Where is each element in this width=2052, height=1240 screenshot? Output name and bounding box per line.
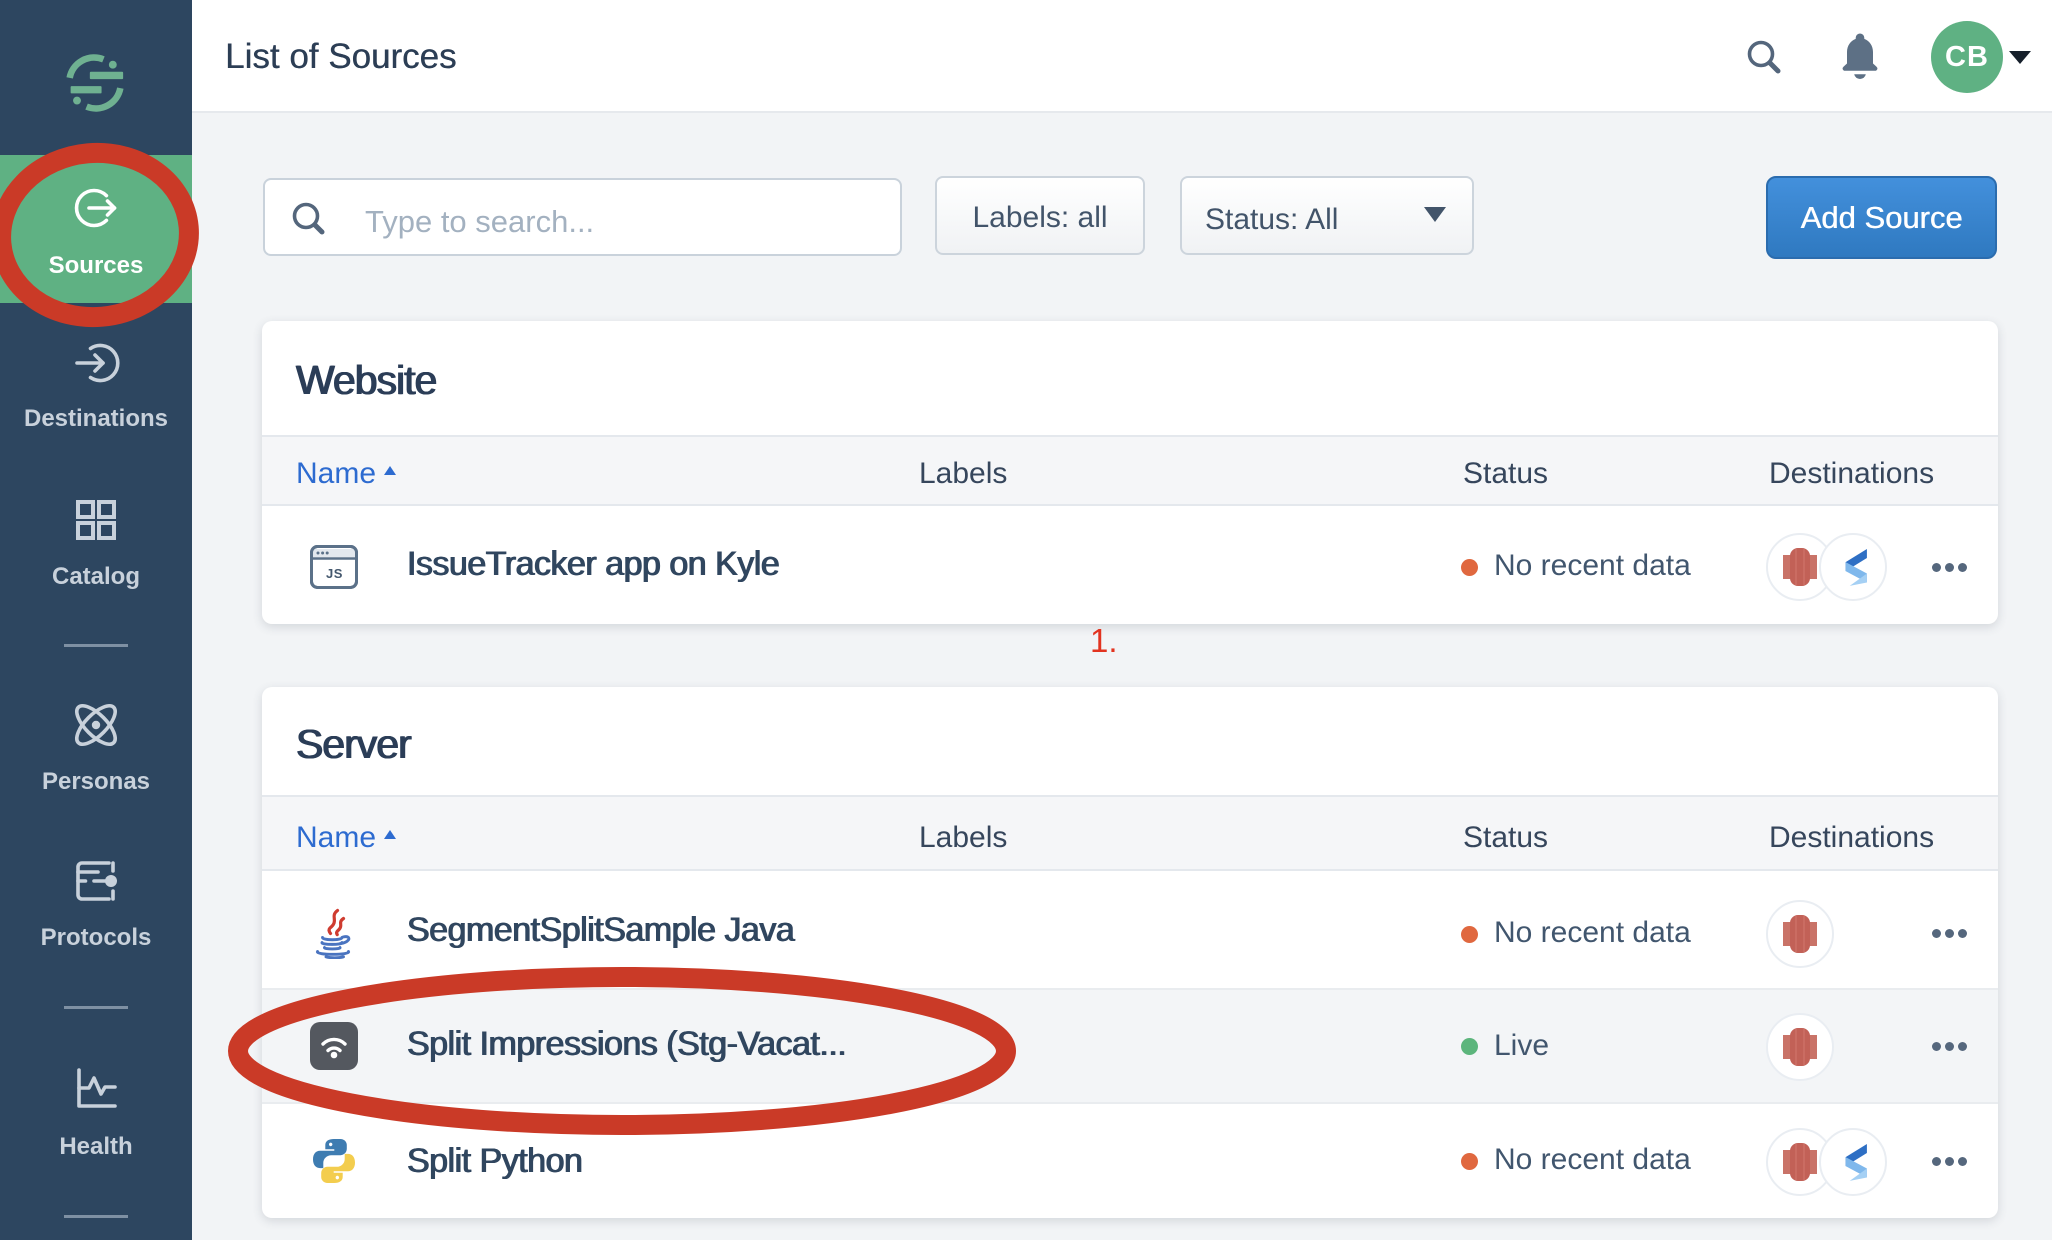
svg-text:JS: JS [326, 566, 343, 581]
